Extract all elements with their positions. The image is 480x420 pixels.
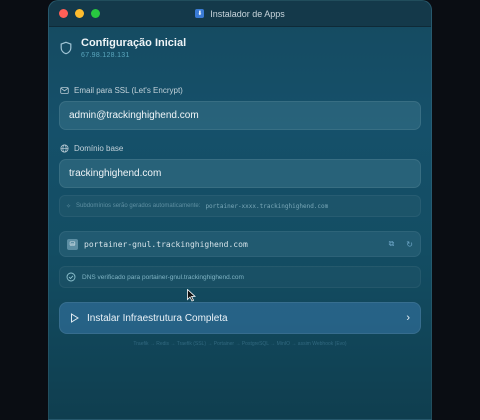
refresh-icon[interactable]: ↻ — [406, 240, 413, 249]
window-controls — [59, 9, 100, 18]
dns-status-text: DNS verificado para portainer-gnul.track… — [82, 273, 244, 281]
subdomain-example: portainer-xxxx.trackinghighend.com — [205, 202, 329, 210]
email-label: Email para SSL (Let's Encrypt) — [60, 86, 183, 95]
install-steps-footer: Traefik → Redis → Traefik (SSL) → Portai… — [133, 341, 347, 347]
portainer-icon: ⛁ — [67, 238, 78, 250]
sparkle-icon: ✧ — [66, 203, 72, 210]
zoom-window-button[interactable] — [91, 9, 100, 18]
domain-label: Domínio base — [60, 144, 123, 153]
generated-url-text[interactable]: portainer-gnul.trackinghighend.com — [84, 240, 377, 249]
app-icon: ⬇ — [195, 9, 205, 18]
mouse-cursor — [187, 289, 196, 302]
globe-icon — [60, 144, 69, 153]
window-title: ⬇ Instalador de Apps — [195, 9, 285, 19]
dns-status: DNS verificado para portainer-gnul.track… — [59, 266, 421, 288]
title-bar: ⬇ Instalador de Apps — [49, 1, 431, 27]
minimize-window-button[interactable] — [75, 9, 84, 18]
mail-icon — [60, 87, 69, 94]
play-icon — [71, 313, 79, 323]
email-field[interactable]: admin@trackinghighend.com — [59, 101, 421, 130]
install-button-label: Instalar Infraestrutura Completa — [87, 312, 228, 324]
subdomain-hint: ✧ Subdomínios serão gerados automaticame… — [59, 195, 421, 217]
email-label-text: Email para SSL (Let's Encrypt) — [74, 86, 183, 95]
app-window: ⬇ Instalador de Apps Configuração Inicia… — [48, 0, 432, 420]
generated-url-row: ⛁ portainer-gnul.trackinghighend.com ⧉ ↻ — [59, 231, 421, 257]
window-title-text: Instalador de Apps — [210, 8, 285, 19]
content-area: Configuração Inicial 67.98.128.131 Email… — [59, 27, 421, 419]
install-button[interactable]: Instalar Infraestrutura Completa › — [59, 302, 421, 334]
copy-icon[interactable]: ⧉ — [389, 239, 395, 249]
domain-label-text: Domínio base — [74, 144, 124, 153]
check-circle-icon — [66, 272, 76, 282]
domain-field[interactable]: trackinghighend.com — [59, 159, 421, 188]
shield-icon — [60, 41, 72, 55]
chevron-right-icon: › — [406, 312, 410, 324]
page-title: Configuração Inicial — [81, 37, 187, 49]
subdomain-hint-text: Subdomínios serão gerados automaticament… — [76, 203, 201, 209]
close-window-button[interactable] — [59, 9, 68, 18]
server-ip: 67.98.128.131 — [81, 52, 130, 59]
section-header: Configuração Inicial 67.98.128.131 — [59, 37, 186, 59]
